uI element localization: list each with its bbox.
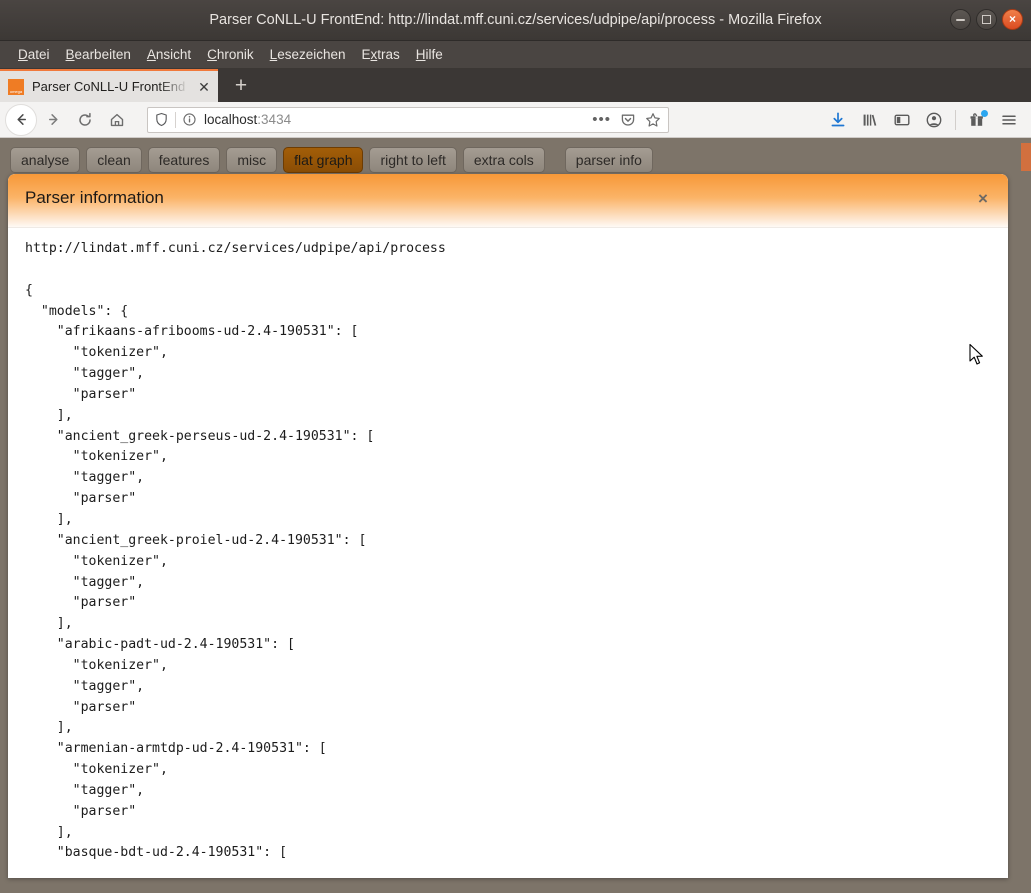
button-analyse[interactable]: analyse bbox=[10, 147, 81, 173]
sidebar-panel-icon bbox=[894, 114, 910, 126]
shield-icon bbox=[156, 112, 167, 127]
menu-bearbeiten[interactable]: Bearbeiten bbox=[58, 47, 139, 62]
menu-hilfe-mnemonic: H bbox=[415, 47, 426, 62]
menu-hilfe-label: ilfe bbox=[425, 47, 443, 62]
url-bar[interactable]: localhost:3434 ••• bbox=[147, 106, 669, 133]
url-host: localhost bbox=[204, 112, 258, 127]
sidebar-icon[interactable] bbox=[886, 104, 918, 136]
tab-favicon-label: omega bbox=[9, 88, 23, 94]
url-identity-block[interactable] bbox=[154, 111, 197, 128]
menu-ansicht[interactable]: Ansicht bbox=[139, 47, 199, 62]
button-extra-cols[interactable]: extra cols bbox=[462, 147, 545, 173]
tab-favicon-icon: omega bbox=[8, 78, 24, 95]
toolbar-right-icons bbox=[822, 102, 1025, 138]
menu-hilfe[interactable]: Hilfe bbox=[408, 47, 451, 62]
menu-bearbeiten-mnemonic: B bbox=[65, 47, 75, 62]
forward-button[interactable] bbox=[37, 104, 69, 136]
menu-bearbeiten-label: earbeiten bbox=[74, 47, 131, 62]
menu-extras[interactable]: Extras bbox=[354, 47, 408, 62]
back-arrow-icon bbox=[16, 114, 26, 125]
menu-datei-mnemonic: D bbox=[18, 47, 28, 62]
window-title: Parser CoNLL-U FrontEnd: http://lindat.m… bbox=[209, 12, 822, 28]
navigation-toolbar: localhost:3434 ••• bbox=[0, 102, 1031, 138]
window-controls: × bbox=[950, 9, 1023, 30]
menu-ansicht-label: nsicht bbox=[155, 47, 192, 62]
downloads-icon[interactable] bbox=[822, 104, 854, 136]
toolbar-divider bbox=[955, 110, 956, 130]
menu-ansicht-mnemonic: A bbox=[146, 47, 156, 62]
menu-lesezeichen-label: esezeichen bbox=[277, 47, 346, 62]
button-right-to-left[interactable]: right to left bbox=[369, 147, 457, 173]
page-actions-icon[interactable]: ••• bbox=[592, 112, 611, 127]
menu-chronik-mnemonic: C bbox=[207, 47, 217, 62]
window-maximize-button[interactable] bbox=[976, 9, 997, 30]
account-circle-icon bbox=[926, 112, 942, 128]
bookmark-star-icon[interactable] bbox=[645, 112, 661, 128]
browser-window: Parser CoNLL-U FrontEnd: http://lindat.m… bbox=[0, 0, 1031, 893]
modal-header: Parser information × bbox=[8, 174, 1008, 228]
button-features[interactable]: features bbox=[147, 147, 221, 173]
tab-title: Parser CoNLL-U FrontEnd bbox=[32, 79, 186, 94]
home-button[interactable] bbox=[101, 104, 133, 136]
parser-info-json: http://lindat.mff.cuni.cz/services/udpip… bbox=[25, 241, 446, 861]
forward-arrow-icon bbox=[48, 114, 58, 125]
tab-strip: omega Parser CoNLL-U FrontEnd ✕ + bbox=[0, 69, 1031, 102]
page-scrollbar-thumb[interactable] bbox=[1021, 143, 1031, 171]
download-arrow-icon bbox=[831, 112, 845, 127]
extensions-gift-icon[interactable] bbox=[961, 104, 993, 136]
url-identity-divider bbox=[175, 111, 176, 128]
modal-body: http://lindat.mff.cuni.cz/services/udpip… bbox=[8, 229, 1008, 878]
extensions-badge-dot bbox=[981, 110, 988, 117]
pocket-icon[interactable] bbox=[620, 112, 636, 128]
window-titlebar: Parser CoNLL-U FrontEnd: http://lindat.m… bbox=[0, 0, 1031, 41]
maximize-icon bbox=[982, 15, 991, 24]
new-tab-button[interactable]: + bbox=[226, 71, 256, 101]
tab-close-icon[interactable]: ✕ bbox=[196, 79, 212, 95]
page-scrollbar[interactable] bbox=[1021, 138, 1031, 893]
library-books-icon bbox=[863, 114, 877, 126]
url-text[interactable]: localhost:3434 bbox=[204, 112, 592, 127]
window-minimize-button[interactable] bbox=[950, 9, 971, 30]
menu-lesezeichen[interactable]: Lesezeichen bbox=[262, 47, 354, 62]
account-icon[interactable] bbox=[918, 104, 950, 136]
button-clean[interactable]: clean bbox=[86, 147, 142, 173]
tab-parser-conllu-frontend[interactable]: omega Parser CoNLL-U FrontEnd ✕ bbox=[0, 69, 218, 102]
button-parser-info[interactable]: parser info bbox=[564, 147, 653, 173]
menu-extras-label: tras bbox=[377, 47, 400, 62]
minimize-icon bbox=[956, 18, 965, 21]
menu-datei[interactable]: Datei bbox=[10, 47, 58, 62]
menu-extras-prefix: E bbox=[361, 47, 371, 62]
home-icon bbox=[110, 113, 124, 126]
back-button[interactable] bbox=[5, 103, 37, 136]
reload-icon bbox=[79, 112, 91, 126]
menu-chronik-label: hronik bbox=[216, 47, 254, 62]
button-flat-graph[interactable]: flat graph bbox=[283, 147, 364, 173]
library-icon[interactable] bbox=[854, 104, 886, 136]
button-misc[interactable]: misc bbox=[226, 147, 278, 173]
close-icon: × bbox=[1008, 12, 1016, 26]
url-action-buttons: ••• bbox=[592, 112, 664, 128]
menu-chronik[interactable]: Chronik bbox=[199, 47, 262, 62]
parser-option-buttons: analyse clean features misc flat graph r… bbox=[10, 147, 653, 173]
menu-datei-label: atei bbox=[27, 47, 50, 62]
modal-title: Parser information bbox=[25, 188, 164, 207]
window-close-button[interactable]: × bbox=[1002, 9, 1023, 30]
url-port: :3434 bbox=[257, 112, 292, 127]
parser-information-modal: Parser information × http://lindat.mff.c… bbox=[8, 174, 1008, 878]
hamburger-lines-icon bbox=[1002, 115, 1016, 125]
menubar: Datei Bearbeiten Ansicht Chronik Lesezei… bbox=[0, 41, 1031, 69]
reload-button[interactable] bbox=[69, 104, 101, 136]
menu-hamburger-icon[interactable] bbox=[993, 104, 1025, 136]
modal-close-button[interactable]: × bbox=[972, 188, 994, 210]
info-circle-icon[interactable] bbox=[182, 112, 197, 127]
